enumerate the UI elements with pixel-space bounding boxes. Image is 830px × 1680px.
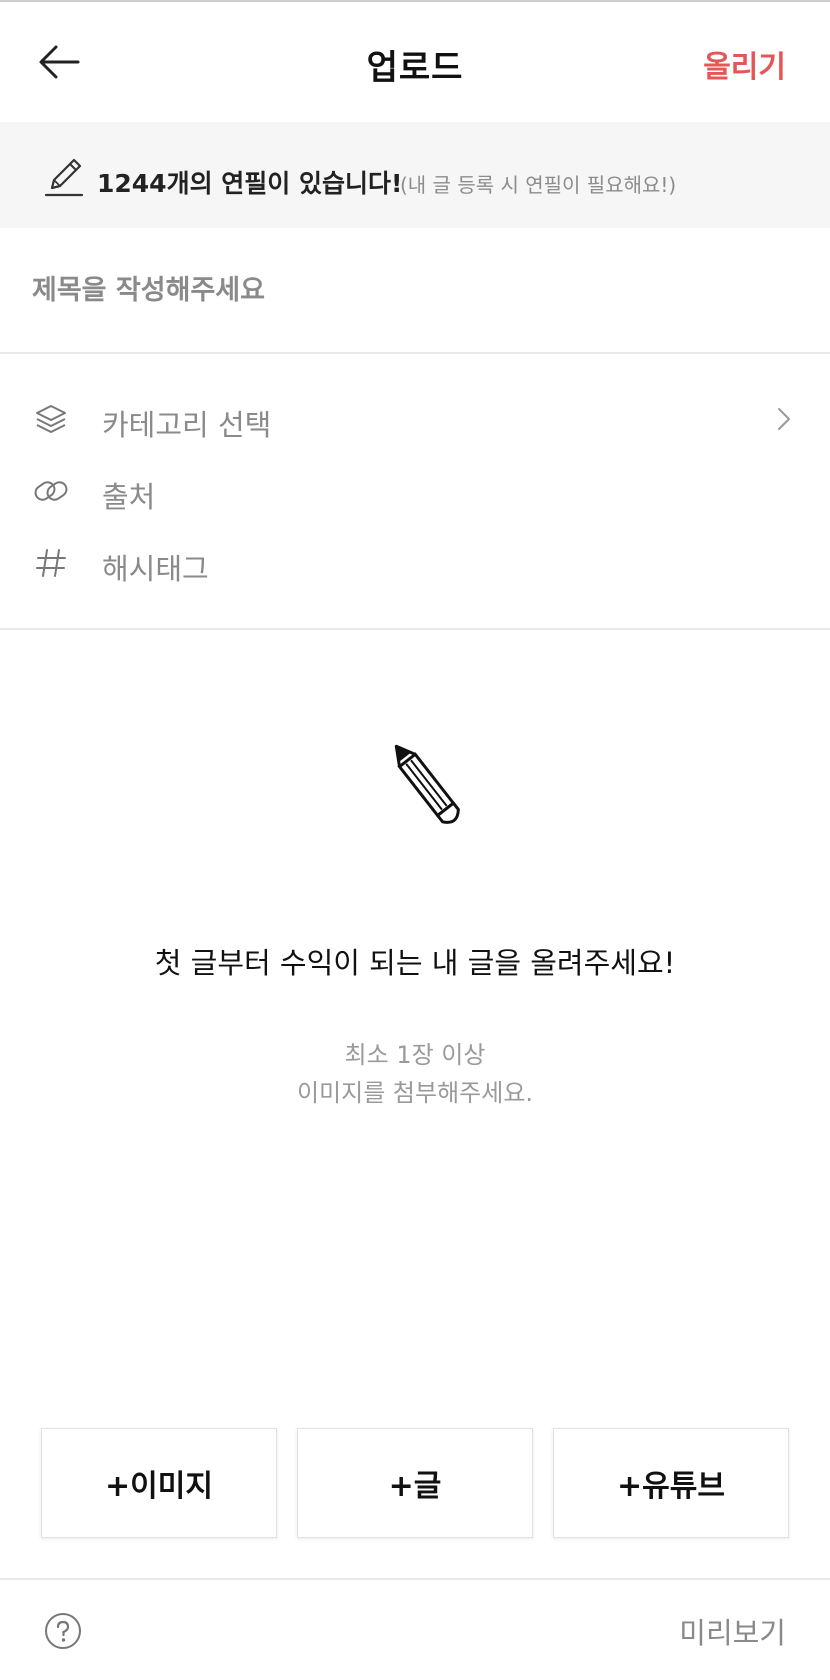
pencil-count-text: 1244개의 연필이 있습니다! [97, 169, 403, 198]
pencil-icon [44, 158, 84, 197]
help-circle-icon [45, 1613, 81, 1649]
hashtag-label: 해시태그 [102, 552, 209, 586]
pencil-icon [394, 744, 460, 824]
hashtag-row[interactable]: 해시태그 [0, 530, 830, 596]
title-input[interactable] [32, 268, 792, 312]
hint-line-2: 이미지를 첨부해주세요. [296, 1079, 534, 1107]
upload-button[interactable]: 올리기 [703, 42, 786, 86]
bottom-bar: 미리보기 [0, 1578, 830, 1680]
category-label: 카테고리 선택 [102, 408, 272, 442]
help-button[interactable] [44, 1612, 82, 1650]
post-meta-section: 카테고리 선택 출처 해시태그 [0, 354, 830, 630]
layers-icon [36, 405, 66, 433]
empty-state-message: 첫 글부터 수익이 되는 내 글을 올려주세요! [154, 946, 676, 980]
empty-content-area: 첫 글부터 수익이 되는 내 글을 올려주세요! 최소 1장 이상 이미지를 첨… [0, 632, 830, 1412]
link-icon [34, 481, 68, 501]
empty-state-hint: 최소 1장 이상 이미지를 첨부해주세요. [0, 1036, 830, 1112]
add-image-button[interactable]: +이미지 [41, 1428, 277, 1538]
preview-button[interactable]: 미리보기 [679, 1610, 786, 1652]
hashtag-icon [36, 549, 66, 577]
app-header: 업로드 올리기 [0, 2, 830, 122]
pencil-count-banner: 1244개의 연필이 있습니다! (내 글 등록 시 연필이 필요해요!) [0, 122, 830, 228]
title-field-container [0, 232, 830, 354]
add-text-button[interactable]: +글 [297, 1428, 533, 1538]
pencil-note-text: (내 글 등록 시 연필이 필요해요!) [400, 173, 677, 197]
source-label: 출처 [102, 480, 156, 514]
add-youtube-button[interactable]: +유튜브 [553, 1428, 789, 1538]
source-row[interactable]: 출처 [0, 458, 830, 524]
chevron-right-icon [778, 408, 790, 430]
hint-line-1: 최소 1장 이상 [344, 1041, 486, 1069]
category-select-row[interactable]: 카테고리 선택 [0, 386, 830, 452]
